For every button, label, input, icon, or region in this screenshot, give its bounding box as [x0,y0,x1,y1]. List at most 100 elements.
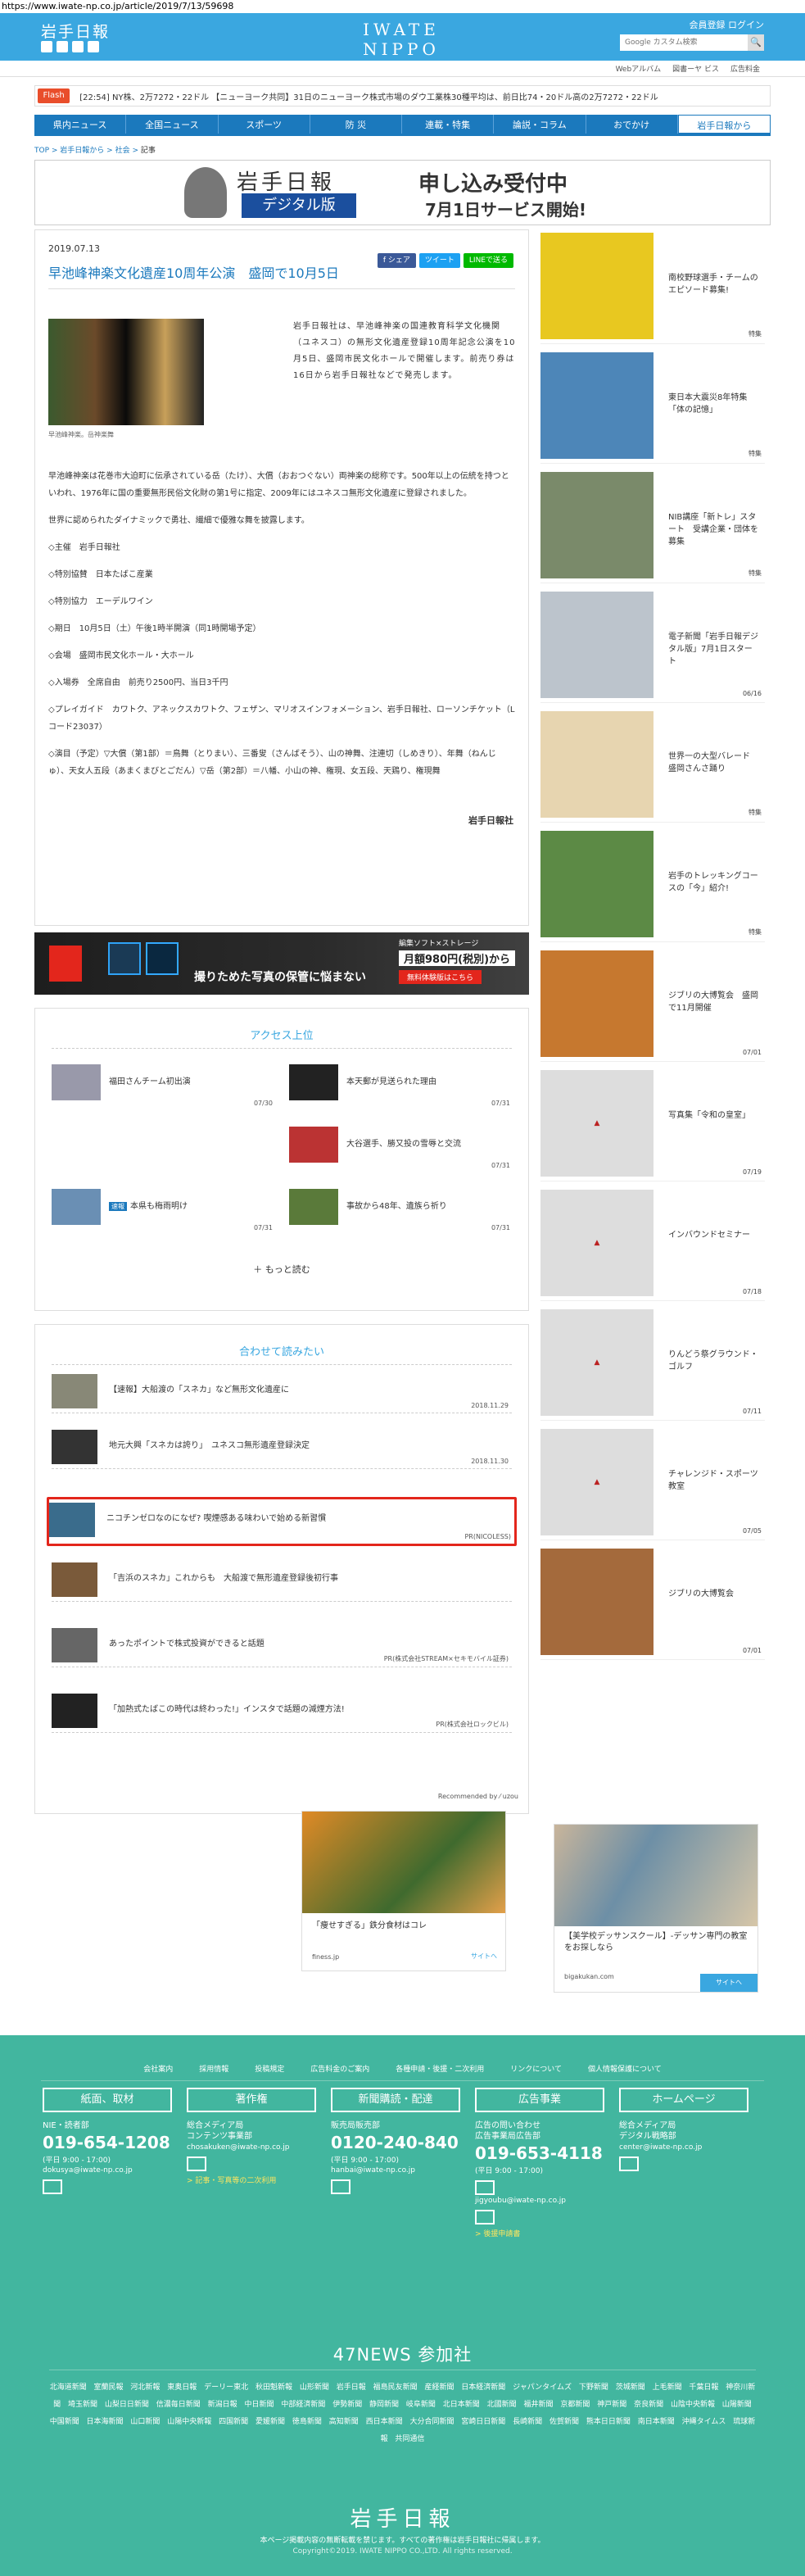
line-share-button[interactable]: LINEで送る [463,253,513,268]
nav-item[interactable]: 連載・特集 [402,115,495,134]
related-item[interactable]: 地元大興「スネカは誇り」 ユネスコ無形遺産登録決定 2018.11.30 [52,1426,512,1469]
footer-link[interactable]: 広告料金のご案内 [310,2063,369,2074]
twitter-icon[interactable] [41,41,52,52]
breadcrumb-home[interactable]: TOP [34,147,49,155]
nav-item[interactable]: 全国ニュース [126,115,219,134]
sidebar-item[interactable]: NIB講座「新トレ」スタート 受講企業・団体を募集 特集 [540,469,765,583]
related-item[interactable]: 【速報】大船渡の「スネカ」など無形文化遺産に 2018.11.29 [52,1371,512,1413]
line-icon[interactable] [88,41,99,52]
secondary-use-link[interactable]: > 記事・写真等の二次利用 [187,2175,316,2185]
footer-link[interactable]: 投稿規定 [255,2063,284,2074]
footer-link[interactable]: 各種申請・後援・二次利用 [396,2063,484,2074]
nav-item[interactable]: 県内ニュース [34,115,127,134]
sidebar-item[interactable]: ▲ チャレンジド・スポーツ教室 07/05 [540,1426,765,1540]
sidebar-item[interactable]: 電子新聞「岩手日報デジタル版」7月1日スタート 06/16 [540,588,765,703]
phone-number[interactable]: 0120-240-840 [331,2133,460,2152]
contact-email[interactable]: dokusya@iwate-np.co.jp [43,2166,172,2175]
flash-text[interactable]: [22:54] NY株、2万7272・22ドル 【ニューヨーク共同】31日のニュ… [79,90,770,102]
sidebar-item[interactable]: 世界一の大型バレード 盛岡さんさ踊り 特集 [540,708,765,823]
related-item[interactable]: あったポイントで株式投資ができると話題 PR(株式会社STREAM×セキモバイル… [52,1625,512,1667]
phone-number[interactable]: 019-654-1208 [43,2133,172,2152]
footer-link[interactable]: リンクについて [510,2063,562,2074]
sidebar-item[interactable]: ジブリの大博覧会 07/01 [540,1545,765,1660]
ranking-date: 07/31 [491,1224,510,1231]
footer-link[interactable]: 採用情報 [199,2063,228,2074]
mail-icon[interactable] [475,2180,495,2195]
related-item[interactable]: 「加熱式たばこの時代は終わった!」インスタで話題の減煙方法! PR(株式会社ロッ… [52,1690,512,1733]
site-logo[interactable]: 岩手日報 [41,20,110,42]
facebook-share-button[interactable]: f シェア [377,253,416,268]
sidebar-item[interactable]: 南校野球選手・チームのエピソード募集! 特集 [540,229,765,344]
related-item[interactable]: 「吉浜のスネカ」これからも 大船渡で無形遺産登録後初行事 [52,1559,512,1602]
contact-hours: (平日 9:00 - 17:00) [331,2156,399,2165]
subnav-item[interactable]: 広告料金 [730,63,760,74]
sidebar-item[interactable]: ジブリの大博覧会 盛岡で11月開催 07/01 [540,947,765,1062]
ad-site-link[interactable]: サイトへ [471,1952,497,1961]
ad-site-link[interactable]: サイトへ [700,1974,758,1992]
breaking-badge: 速報 [109,1202,127,1211]
facebook-icon[interactable] [57,41,68,52]
share-buttons: f シェア ツイート LINEで送る [377,253,513,268]
related-item-highlighted[interactable]: ニコチンゼロなのになぜ? 喫煙感ある味わいで始める新習慣 PR(NICOLESS… [47,1497,517,1546]
mail-icon[interactable] [43,2179,62,2194]
sidebar-tag: 07/18 [742,1288,762,1295]
nav-item[interactable]: スポーツ [218,115,310,134]
ranking-item[interactable]: 事故から48年、遺族ら祈り 07/31 [289,1189,510,1231]
contact-email[interactable]: center@iwate-np.co.jp [619,2143,748,2152]
ranking-thumb [52,1189,101,1225]
sidebar-item[interactable]: ▲ インバウンドセミナー 07/18 [540,1186,765,1301]
contact-hours: (平日 9:00 - 17:00) [475,2167,543,2175]
phone-number[interactable]: 019-653-4118 [475,2143,604,2163]
footer-link[interactable]: 個人情報保護について [588,2063,662,2074]
url-bar[interactable]: https://www.iwate-np.co.jp/article/2019/… [0,0,805,13]
mail-icon[interactable] [619,2156,639,2171]
login-links[interactable]: 会員登録 ログイン [690,18,765,31]
article-photo[interactable] [48,319,204,425]
contact-email[interactable]: hanbai@iwate-np.co.jp [331,2166,460,2175]
ranking-thumb [289,1189,338,1225]
nav-item[interactable]: 防 災 [310,115,402,134]
digital-edition-banner[interactable]: 岩手日報 デジタル版 申し込み受付中 7月1日サービス開始! [34,160,771,225]
sidebar-item[interactable]: ▲ りんどう祭グラウンド・ゴルフ 07/11 [540,1306,765,1421]
ranking-item[interactable]: 大谷選手、勝又投の雪辱と交流 07/31 [289,1127,510,1169]
search-icon[interactable]: 🔍 [748,34,764,51]
ad-cta-button[interactable]: 無料体験版はこちら [399,970,482,984]
nav-item[interactable]: 論説・コラム [494,115,586,134]
article-paragraph: ◇主催 岩手日報社 [48,543,120,552]
breadcrumb-item[interactable]: 岩手日報から [60,147,104,155]
nav-item-active[interactable]: 岩手日報から [677,115,771,134]
article: 2019.07.13 f シェア ツイート LINEで送る 早池峰神楽文化遺産1… [34,229,529,926]
footer-link[interactable]: 会社案内 [143,2063,173,2074]
native-ad[interactable]: 【美学校デッサンスクール】-デッサン専門の教室をお探しなら bigakukan.… [554,1824,758,1993]
related-date: 2018.11.30 [471,1458,509,1465]
nav-item[interactable]: おでかけ [586,115,678,134]
subnav-item[interactable]: Webアルバム [616,63,662,74]
ranking-item[interactable]: 本天郵が見送られた理由 07/31 [289,1064,510,1107]
partner-papers[interactable]: 北海道新聞 室蘭民報 河北新報 東奥日報 デーリー東北 秋田魁新報 山形新聞 岩… [49,2379,756,2448]
ranking-item[interactable]: 速報 本県も梅雨明け 07/31 [52,1189,273,1231]
mail-icon[interactable] [475,2210,495,2225]
tweet-button[interactable]: ツイート [418,253,460,268]
breadcrumb-item[interactable]: 社会 [115,147,130,155]
sidebar-item[interactable]: ▲ 写真集「令和の皇室」 07/19 [540,1067,765,1181]
footer-logo[interactable]: 岩手日報 [0,2502,805,2533]
subnav-item[interactable]: 図書ーヤ ビス [672,63,719,74]
brand-name[interactable]: IWATE NIPPO [323,20,479,59]
contact-email[interactable]: chosakuken@iwate-np.co.jp [187,2143,316,2152]
native-ad[interactable]: 「痩せすぎる」鉄分食材はコレ finess.jp サイトへ [301,1811,506,1971]
mail-icon[interactable] [331,2179,350,2194]
sponsorship-link[interactable]: > 後援申請書 [475,2228,604,2238]
more-link[interactable]: ＋ もっと読む [35,1263,528,1276]
sidebar-tag: 特集 [748,569,762,577]
ranking-thumb [289,1064,338,1100]
contact-email[interactable]: jigyoubu@iwate-np.co.jp [475,2197,604,2205]
recommended-by[interactable]: Recommended by ⁄ uzou [438,1793,518,1800]
ranking-item[interactable]: 福田さんチーム初出演 07/30 [52,1064,273,1107]
sidebar-item[interactable]: 岩手のトレッキングコースの「今」紹介! 特集 [540,828,765,942]
mail-icon[interactable] [187,2156,206,2171]
sidebar-item[interactable]: 東日本大震災8年特集「体の記憶」 特集 [540,349,765,464]
instagram-icon[interactable] [72,41,84,52]
adobe-ad-banner[interactable]: 撮りためた写真の保管に悩まない 編集ソフト×ストレージ 月額980円(税別)から… [34,932,529,995]
search-input[interactable] [620,34,748,51]
footer-links: 会社案内 採用情報 投稿規定 広告料金のご案内 各種申請・後援・二次利用 リンク… [41,2063,764,2074]
